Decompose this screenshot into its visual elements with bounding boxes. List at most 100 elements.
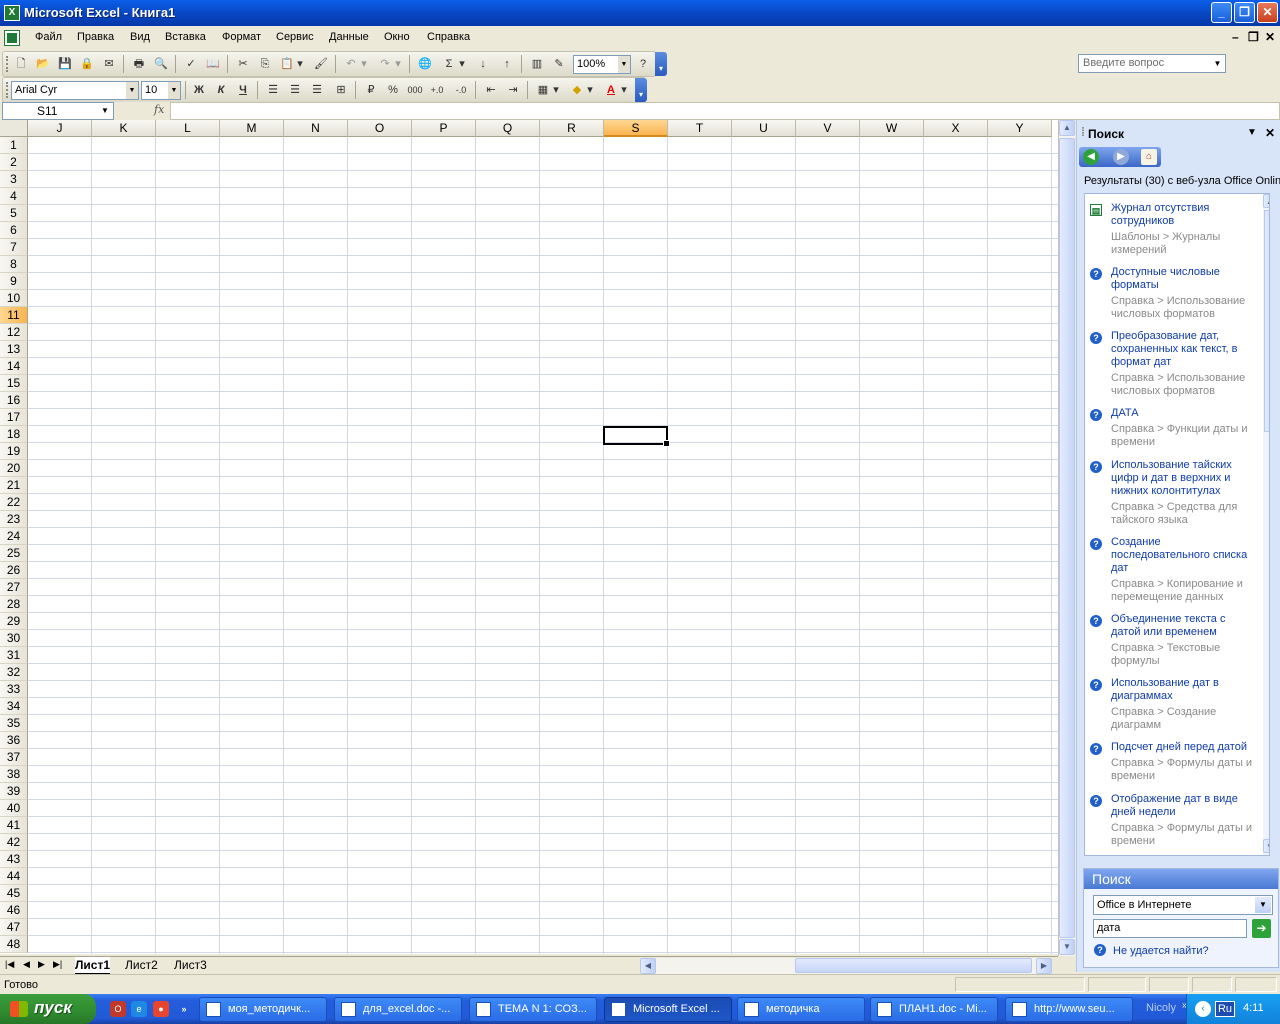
search-result-link[interactable]: Использование тайских цифр и дат в верхн… — [1111, 459, 1257, 498]
bold-button[interactable]: Ж — [189, 81, 209, 99]
row-header[interactable]: 12 — [0, 324, 28, 341]
results-scroll-thumb[interactable] — [1264, 210, 1269, 432]
workbook-close-button[interactable]: ✕ — [1265, 30, 1275, 44]
row-header[interactable]: 11 — [0, 307, 28, 324]
internet-explorer-icon[interactable]: e — [131, 1001, 147, 1017]
cell-grid[interactable] — [28, 137, 1058, 954]
scroll-down-icon[interactable]: ▼ — [1059, 939, 1075, 955]
excel-app-icon[interactable]: X — [4, 5, 20, 21]
row-header[interactable]: 35 — [0, 715, 28, 732]
chevron-down-icon[interactable]: ▼ — [1255, 897, 1271, 913]
column-header[interactable]: K — [92, 120, 156, 137]
row-header[interactable]: 21 — [0, 477, 28, 494]
increase-decimal-icon[interactable]: +.0 — [427, 81, 447, 99]
column-header[interactable]: P — [412, 120, 476, 137]
row-header[interactable]: 32 — [0, 664, 28, 681]
column-header[interactable]: J — [28, 120, 92, 137]
row-header[interactable]: 4 — [0, 188, 28, 205]
help-icon[interactable]: ? — [633, 55, 653, 73]
row-header[interactable]: 9 — [0, 273, 28, 290]
zoom-select[interactable]: 100% ▼ — [573, 55, 631, 74]
column-header[interactable]: Y — [988, 120, 1052, 137]
row-header[interactable]: 47 — [0, 919, 28, 936]
taskbar-button[interactable]: моя_методичк... — [199, 997, 327, 1022]
vertical-scroll-thumb[interactable] — [1059, 138, 1075, 938]
column-header[interactable]: X — [924, 120, 988, 137]
chevron-down-icon[interactable]: ▾ — [457, 55, 467, 73]
help-search-input[interactable]: Введите вопрос ▼ — [1078, 54, 1226, 73]
horizontal-scrollbar[interactable]: ◀ ▶ — [640, 958, 1052, 974]
toolbar-options-icon[interactable]: ▾ — [635, 78, 647, 102]
taskbar-button[interactable]: ТЕМА N 1: СОЗ... — [469, 997, 597, 1022]
row-header[interactable]: 34 — [0, 698, 28, 715]
chevron-down-icon[interactable]: ▾ — [585, 81, 595, 99]
row-header[interactable]: 6 — [0, 222, 28, 239]
column-header[interactable]: W — [860, 120, 924, 137]
format-painter-icon[interactable]: 🖌 — [311, 55, 331, 73]
menu-view[interactable]: Вид — [130, 31, 150, 43]
row-header[interactable]: 25 — [0, 545, 28, 562]
row-header[interactable]: 39 — [0, 783, 28, 800]
column-header[interactable]: R — [540, 120, 604, 137]
scroll-down-icon[interactable]: ▼ — [1263, 839, 1269, 853]
toolbar-options-icon[interactable]: ▾ — [655, 52, 667, 76]
vertical-scrollbar[interactable]: ▲ ▼ — [1058, 120, 1075, 956]
spelling-icon[interactable]: ✓ — [181, 55, 201, 73]
user-toolbar-label[interactable]: Nicoly — [1146, 1002, 1176, 1014]
sort-ascending-icon[interactable]: ↓ — [473, 55, 493, 73]
menu-window[interactable]: Окно — [384, 31, 410, 43]
font-color-icon[interactable]: A — [601, 81, 621, 99]
insert-function-icon[interactable]: fx — [154, 103, 164, 116]
row-header[interactable]: 37 — [0, 749, 28, 766]
horizontal-scroll-thumb[interactable] — [795, 958, 1032, 973]
row-header[interactable]: 2 — [0, 154, 28, 171]
align-center-icon[interactable]: ☰ — [285, 81, 305, 99]
align-right-icon[interactable]: ☰ — [307, 81, 327, 99]
print-preview-icon[interactable]: 🔍 — [151, 55, 171, 73]
borders-icon[interactable]: ▦ — [533, 81, 553, 99]
column-header[interactable]: T — [668, 120, 732, 137]
email-icon[interactable]: ✉ — [99, 55, 119, 73]
italic-button[interactable]: К — [211, 81, 231, 99]
row-header[interactable]: 15 — [0, 375, 28, 392]
toolbar-grip[interactable] — [6, 82, 9, 98]
scroll-up-icon[interactable]: ▲ — [1263, 194, 1269, 208]
column-header[interactable]: M — [220, 120, 284, 137]
chart-wizard-icon[interactable]: ▥ — [527, 55, 547, 73]
decrease-decimal-icon[interactable]: -.0 — [451, 81, 471, 99]
menu-data[interactable]: Данные — [329, 31, 369, 43]
menu-file[interactable]: Файл — [35, 31, 62, 43]
merge-center-icon[interactable]: ⊞ — [331, 81, 351, 99]
column-header[interactable]: U — [732, 120, 796, 137]
taskbar-button[interactable]: http://www.seu... — [1005, 997, 1133, 1022]
row-header[interactable]: 8 — [0, 256, 28, 273]
minimize-button[interactable]: _ — [1211, 2, 1232, 23]
chevron-down-icon[interactable]: ▾ — [393, 55, 403, 73]
row-header[interactable]: 13 — [0, 341, 28, 358]
row-header[interactable]: 33 — [0, 681, 28, 698]
font-size-select[interactable]: 10 ▼ — [141, 81, 181, 100]
task-pane-grip[interactable]: ⁞ — [1081, 125, 1086, 139]
taskbar-button[interactable]: Microsoft Excel ... — [604, 997, 732, 1022]
start-button[interactable]: пуск — [0, 994, 96, 1024]
toolbar-grip[interactable] — [6, 56, 9, 72]
close-icon[interactable]: ✕ — [1265, 126, 1275, 140]
font-name-select[interactable]: Arial Cyr ▼ — [11, 81, 139, 100]
name-box[interactable]: S11 ▼ — [2, 102, 114, 120]
row-header[interactable]: 20 — [0, 460, 28, 477]
percent-button[interactable]: % — [383, 81, 403, 99]
new-icon[interactable]: 🗋 — [11, 55, 31, 73]
menu-edit[interactable]: Правка — [77, 31, 114, 43]
row-header[interactable]: 5 — [0, 205, 28, 222]
search-result-link[interactable]: Подсчет дней перед датой — [1111, 741, 1257, 754]
row-header[interactable]: 44 — [0, 868, 28, 885]
back-icon[interactable]: ◀ — [1083, 149, 1099, 165]
copy-icon[interactable]: ⎘ — [255, 55, 275, 73]
row-header[interactable]: 23 — [0, 511, 28, 528]
sheet-tab-3[interactable]: Лист3 — [174, 957, 207, 974]
sheet-tab-1[interactable]: Лист1 — [75, 957, 111, 974]
row-header[interactable]: 31 — [0, 647, 28, 664]
row-header[interactable]: 48 — [0, 936, 28, 953]
search-result-link[interactable]: Использование дат в диаграммах — [1111, 677, 1257, 703]
taskbar-button[interactable]: методичка — [737, 997, 865, 1022]
